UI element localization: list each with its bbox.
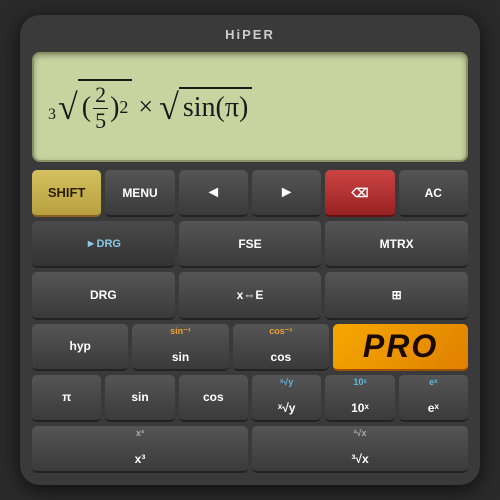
sqrt-symbol: √: [159, 89, 179, 125]
brand-header: HiPER: [32, 27, 468, 42]
cos-inv-mainlabel: cos: [271, 350, 292, 364]
button-row-3: DRG x⇔E ⊞: [32, 272, 468, 319]
fraction-numerator: 2: [93, 83, 108, 108]
ex-sublabel: eˣ: [399, 377, 468, 387]
right-arrow-label: ►: [279, 184, 295, 202]
button-row-2: ►DRG FSE MTRX: [32, 221, 468, 268]
sin-inv-mainlabel: sin: [172, 350, 189, 364]
xe-label: x⇔E: [237, 288, 264, 302]
left-arrow-button[interactable]: ◄: [179, 170, 248, 217]
close-paren: ): [110, 91, 119, 125]
fse-label: FSE: [238, 237, 261, 251]
ten-x-button[interactable]: 10ˣ 10ˣ: [325, 375, 394, 422]
pi-label: π: [62, 390, 71, 404]
pro-label: PRO: [363, 328, 438, 365]
fraction-denominator: 5: [93, 109, 108, 133]
xcubed-sublabel: x³: [32, 428, 248, 438]
hyp-button[interactable]: hyp: [32, 324, 128, 371]
xrty-button[interactable]: ˣ√y ˣ√y: [252, 375, 321, 422]
cbrt-mainlabel: ³√x: [351, 452, 368, 466]
sin-radical-group: √ sin(π): [159, 87, 252, 127]
right-arrow-button[interactable]: ►: [252, 170, 321, 217]
sin-radical-content: sin(π): [179, 87, 252, 127]
drg-mode-label: ►DRG: [86, 238, 121, 250]
drg-label: DRG: [90, 288, 117, 302]
xrty-mainlabel: ˣ√y: [278, 401, 296, 415]
radical-index: 3: [48, 105, 56, 124]
menu-button[interactable]: MENU: [105, 170, 174, 217]
xrty-sublabel: ˣ√y: [252, 377, 321, 387]
mtrx-label: MTRX: [380, 237, 414, 251]
cos-inv-button[interactable]: cos⁻¹ cos: [233, 324, 329, 371]
hyp-label: hyp: [70, 339, 91, 353]
sin-label: sin: [131, 390, 148, 404]
button-row-6: x³ x³ ³√x ³√x: [32, 426, 468, 473]
button-row-4: hyp sin⁻¹ sin cos⁻¹ cos PRO: [32, 324, 468, 371]
xcubed-mainlabel: x³: [135, 452, 146, 466]
left-arrow-label: ◄: [205, 184, 221, 202]
fraction-25: 2 5: [93, 83, 108, 132]
xe-button[interactable]: x⇔E: [179, 272, 322, 319]
button-row-5: π sin cos ˣ√y ˣ√y 10ˣ 10ˣ eˣ eˣ: [32, 375, 468, 422]
drg-mode-button[interactable]: ►DRG: [32, 221, 175, 268]
exponent-2: 2: [119, 97, 128, 119]
ex-mainlabel: eˣ: [428, 401, 439, 415]
disp-label: ⊞: [392, 288, 402, 302]
ten-x-mainlabel: 10ˣ: [351, 401, 369, 415]
pro-badge: PRO: [333, 324, 468, 371]
sin-button[interactable]: sin: [105, 375, 174, 422]
display-screen: 3 √ ( 2 5 ) 2 × √ sin(π): [32, 52, 468, 162]
fse-button[interactable]: FSE: [179, 221, 322, 268]
shift-button[interactable]: SHIFT: [32, 170, 101, 217]
xcubed-button[interactable]: x³ x³: [32, 426, 248, 473]
cbrt-sublabel: ³√x: [252, 428, 468, 438]
pi-button[interactable]: π: [32, 375, 101, 422]
menu-label: MENU: [122, 186, 157, 200]
shift-label: SHIFT: [48, 185, 86, 200]
ac-label: AC: [425, 186, 442, 200]
radical-content: ( 2 5 ) 2: [78, 79, 133, 134]
button-row-1: SHIFT MENU ◄ ► ⌫ AC: [32, 170, 468, 217]
cos-button[interactable]: cos: [179, 375, 248, 422]
backspace-label: ⌫: [351, 186, 368, 200]
cos-label: cos: [203, 390, 224, 404]
ex-button[interactable]: eˣ eˣ: [399, 375, 468, 422]
cbrt-button[interactable]: ³√x ³√x: [252, 426, 468, 473]
radical-symbol: √: [58, 89, 78, 125]
sin-inv-button[interactable]: sin⁻¹ sin: [132, 324, 228, 371]
ac-button[interactable]: AC: [399, 170, 468, 217]
backspace-button[interactable]: ⌫: [325, 170, 394, 217]
open-paren: (: [82, 91, 91, 125]
calculator: HiPER 3 √ ( 2 5 ) 2 × √: [20, 15, 480, 485]
drg-button[interactable]: DRG: [32, 272, 175, 319]
cube-root-group: 3 √ ( 2 5 ) 2: [48, 79, 132, 134]
cos-inv-sublabel: cos⁻¹: [233, 326, 329, 337]
times-symbol: ×: [138, 91, 153, 122]
buttons-area: SHIFT MENU ◄ ► ⌫ AC ►DRG FSE: [32, 170, 468, 473]
disp-button[interactable]: ⊞: [325, 272, 468, 319]
ten-x-sublabel: 10ˣ: [325, 377, 394, 387]
formula-display: 3 √ ( 2 5 ) 2 × √ sin(π): [48, 79, 252, 134]
mtrx-button[interactable]: MTRX: [325, 221, 468, 268]
sin-inv-sublabel: sin⁻¹: [132, 326, 228, 337]
brand-label: HiPER: [225, 27, 275, 42]
